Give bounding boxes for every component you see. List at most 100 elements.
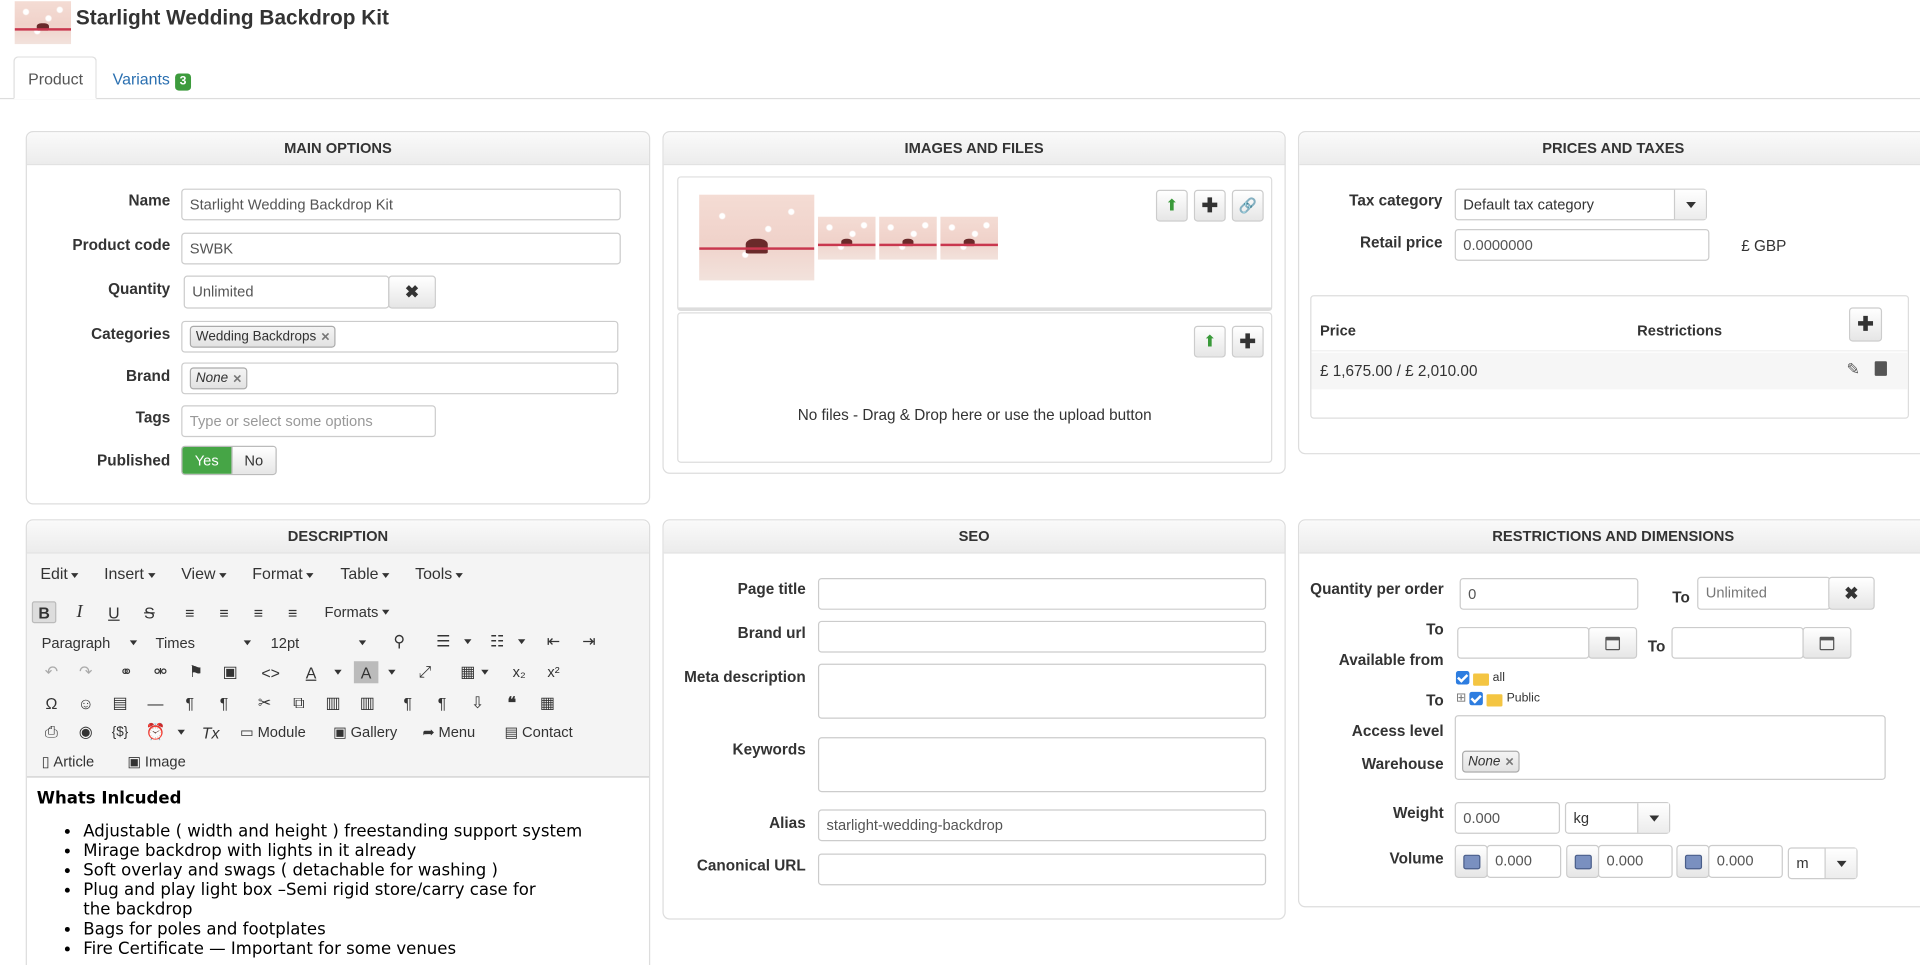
align-left-icon[interactable]: ≡ bbox=[178, 601, 202, 623]
warehouse-tag[interactable]: None × bbox=[1462, 750, 1520, 773]
alias-input[interactable]: starlight-wedding-backdrop bbox=[817, 809, 1267, 842]
template-icon[interactable]: ▦ bbox=[535, 692, 559, 714]
add-file-button[interactable]: ✚ bbox=[1231, 325, 1264, 358]
background-color-icon[interactable]: A bbox=[353, 661, 379, 684]
date-from-input[interactable] bbox=[1457, 626, 1590, 659]
menu-tools[interactable]: Tools bbox=[415, 564, 463, 582]
checkbox[interactable] bbox=[1469, 691, 1484, 706]
show-blocks-icon[interactable]: ¶ bbox=[396, 692, 420, 714]
code-icon[interactable]: <> bbox=[258, 661, 282, 683]
volume-height-input[interactable]: 0.000 bbox=[1708, 844, 1783, 878]
quantity-max-input[interactable]: Unlimited bbox=[1697, 576, 1831, 610]
unlink-icon[interactable]: ⚮ bbox=[148, 661, 172, 683]
expand-icon[interactable]: ⊞ bbox=[1456, 692, 1466, 705]
redo-icon[interactable]: ↷ bbox=[73, 661, 97, 683]
brand-tag[interactable]: None × bbox=[189, 367, 248, 390]
menu-format[interactable]: Format bbox=[252, 564, 313, 582]
text-color-icon[interactable]: A bbox=[299, 661, 323, 683]
published-no[interactable]: No bbox=[230, 446, 276, 474]
chevron-down-icon[interactable] bbox=[509, 631, 533, 653]
category-tag[interactable]: Wedding Backdrops × bbox=[189, 325, 336, 348]
image-icon[interactable]: ▣ bbox=[218, 661, 242, 683]
product-image-thumb[interactable] bbox=[940, 216, 998, 260]
blockquote-icon[interactable]: ❝ bbox=[500, 692, 524, 714]
find-replace-icon[interactable]: ⚲ bbox=[387, 631, 411, 653]
chevron-down-icon[interactable] bbox=[380, 661, 404, 683]
meta-description-input[interactable] bbox=[817, 663, 1267, 719]
upload-file-button[interactable]: ⬆ bbox=[1193, 325, 1226, 358]
add-image-button[interactable]: ✚ bbox=[1193, 189, 1226, 222]
preview-icon[interactable]: ◉ bbox=[73, 721, 97, 743]
subscript-icon[interactable]: x₂ bbox=[507, 661, 531, 683]
remove-tag-icon[interactable]: × bbox=[321, 328, 330, 345]
volume-unit-select[interactable]: m bbox=[1787, 847, 1858, 880]
bookmark-icon[interactable]: ⚑ bbox=[184, 661, 208, 683]
description-editor[interactable]: Whats Inlcuded Adjustable ( width and he… bbox=[37, 789, 643, 959]
product-code-input[interactable]: SWBK bbox=[181, 232, 621, 265]
name-input[interactable]: Starlight Wedding Backdrop Kit bbox=[181, 188, 621, 221]
retail-price-input[interactable]: 0.0000000 bbox=[1454, 228, 1710, 261]
keywords-input[interactable] bbox=[817, 737, 1267, 793]
tree-item-all[interactable]: all bbox=[1455, 671, 1505, 686]
insert-file-icon[interactable]: ⇩ bbox=[465, 692, 489, 714]
fullscreen-icon[interactable]: ⤢ bbox=[413, 661, 437, 683]
remove-tag-icon[interactable]: × bbox=[233, 370, 242, 387]
tab-variants[interactable]: Variants 3 bbox=[98, 56, 206, 99]
upload-image-button[interactable]: ⬆ bbox=[1155, 189, 1188, 222]
chevron-down-icon[interactable] bbox=[473, 661, 497, 683]
chevron-down-icon[interactable] bbox=[456, 631, 480, 653]
indent-icon[interactable]: ⇥ bbox=[577, 631, 601, 653]
menu-view[interactable]: View bbox=[181, 564, 226, 582]
product-image-main[interactable] bbox=[699, 194, 815, 281]
files-dropzone[interactable] bbox=[677, 312, 1273, 463]
copy-icon[interactable]: ⧉ bbox=[287, 692, 311, 714]
contact-button[interactable]: ▤ Contact bbox=[504, 724, 572, 741]
categories-input[interactable]: Wedding Backdrops × bbox=[181, 320, 619, 353]
brand-input[interactable]: None × bbox=[181, 362, 619, 395]
print-icon[interactable]: ⎙ bbox=[39, 721, 63, 743]
gallery-button[interactable]: ▣ Gallery bbox=[333, 724, 397, 741]
image-button[interactable]: ▣ Image bbox=[127, 753, 185, 770]
visual-chars-icon[interactable]: ¶ bbox=[430, 692, 454, 714]
link-image-button[interactable]: 🔗 bbox=[1231, 189, 1264, 222]
paste-text-icon[interactable]: ▥ bbox=[355, 692, 379, 714]
quantity-max-clear-button[interactable]: ✖ bbox=[1828, 576, 1875, 610]
font-dropdown[interactable]: Times bbox=[156, 634, 252, 651]
weight-input[interactable]: 0.000 bbox=[1454, 802, 1561, 834]
menu-insert[interactable]: Insert bbox=[104, 564, 155, 582]
italic-icon[interactable]: I bbox=[67, 601, 91, 623]
align-justify-icon[interactable]: ≡ bbox=[280, 601, 304, 623]
tree-item-public[interactable]: ⊞ Public bbox=[1456, 691, 1540, 706]
underline-icon[interactable]: U bbox=[102, 601, 126, 623]
special-char-icon[interactable]: Ω bbox=[39, 692, 63, 714]
volume-length-input[interactable]: 0.000 bbox=[1486, 844, 1562, 878]
tags-input[interactable]: Type or select some options bbox=[181, 405, 436, 438]
link-icon[interactable]: ⚭ bbox=[114, 661, 138, 683]
weight-unit-select[interactable]: kg bbox=[1564, 802, 1671, 834]
media-icon[interactable]: ▤ bbox=[108, 692, 132, 714]
undo-icon[interactable]: ↶ bbox=[39, 661, 63, 683]
module-button[interactable]: ▭ Module bbox=[240, 724, 306, 741]
superscript-icon[interactable]: x² bbox=[541, 661, 565, 683]
page-title-input[interactable] bbox=[817, 577, 1267, 610]
add-price-button[interactable]: ✚ bbox=[1848, 307, 1883, 342]
horizontal-rule-icon[interactable]: — bbox=[143, 692, 167, 714]
clear-format-icon[interactable]: Tx bbox=[198, 721, 222, 743]
volume-width-input[interactable]: 0.000 bbox=[1597, 844, 1673, 878]
size-dropdown[interactable]: 12pt bbox=[271, 634, 367, 651]
code-sample-icon[interactable]: {$} bbox=[108, 721, 132, 743]
menu-button[interactable]: ➦ Menu bbox=[422, 724, 475, 741]
ltr-icon[interactable]: ¶ bbox=[178, 692, 202, 714]
remove-tag-icon[interactable]: × bbox=[1505, 753, 1514, 770]
bullet-list-icon[interactable]: ☰ bbox=[431, 631, 455, 653]
published-toggle[interactable]: Yes No bbox=[181, 445, 277, 476]
checkbox[interactable] bbox=[1455, 671, 1470, 685]
clock-icon[interactable]: ⏰ bbox=[143, 721, 167, 743]
trash-icon[interactable] bbox=[1874, 361, 1887, 376]
bold-icon[interactable]: B bbox=[31, 601, 57, 624]
article-button[interactable]: ▯ Article bbox=[42, 753, 95, 770]
date-to-input[interactable] bbox=[1671, 626, 1804, 659]
product-image-thumb[interactable] bbox=[817, 216, 876, 260]
formats-dropdown[interactable]: Formats bbox=[324, 604, 390, 621]
tax-category-select[interactable]: Default tax category bbox=[1454, 188, 1707, 221]
